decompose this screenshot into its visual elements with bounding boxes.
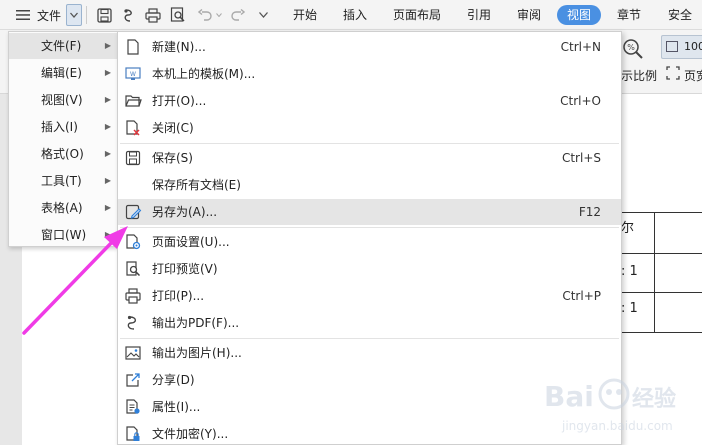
svg-text:jingyan.baidu.com: jingyan.baidu.com	[561, 419, 673, 433]
watermark-logo: Bai 经验 jingyan.baidu.com	[538, 366, 702, 442]
svg-text:经验: 经验	[632, 386, 676, 412]
svg-text:Bai: Bai	[544, 380, 594, 413]
